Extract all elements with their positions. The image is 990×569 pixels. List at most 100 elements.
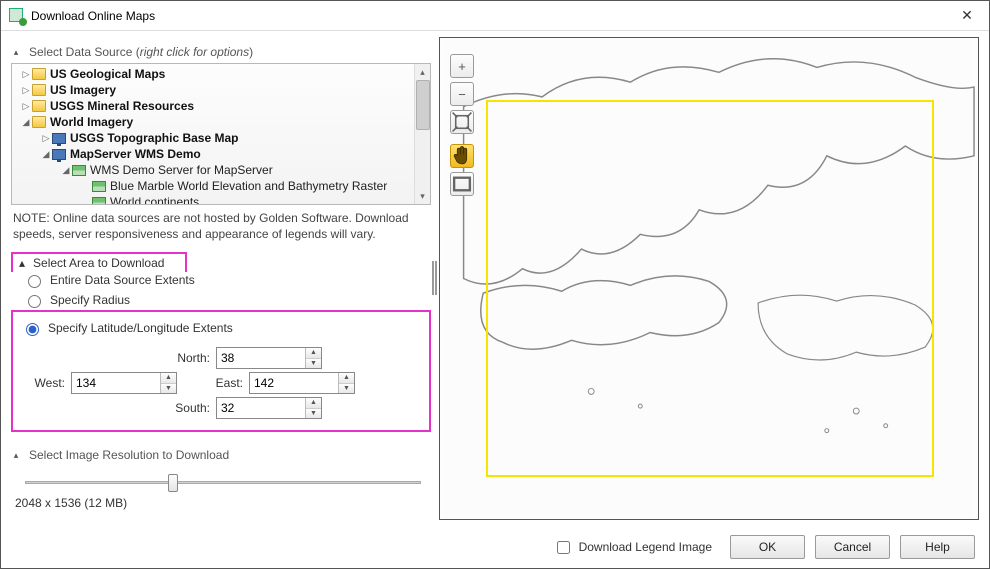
east-spinner[interactable]: ▲▼	[249, 372, 355, 394]
raster-icon	[72, 165, 86, 176]
tree-item[interactable]: ▷ US Imagery	[12, 82, 430, 98]
section-data-source[interactable]: ▴ Select Data Source (right click for op…	[11, 41, 431, 63]
radio-extents-input[interactable]	[26, 323, 39, 336]
scroll-thumb[interactable]	[416, 80, 430, 130]
app-icon	[9, 8, 25, 24]
tree-item-label: USGS Mineral Resources	[50, 98, 194, 114]
tree-item-label: World Imagery	[50, 114, 133, 130]
chevron-down-icon[interactable]: ◢	[40, 146, 52, 162]
north-label: North:	[170, 351, 210, 365]
window-title: Download Online Maps	[31, 9, 155, 23]
radio-extents-label: Specify Latitude/Longitude Extents	[48, 321, 233, 335]
download-legend-checkbox[interactable]	[557, 541, 570, 554]
raster-icon	[92, 197, 106, 206]
radio-entire-extents[interactable]: Entire Data Source Extents	[11, 270, 431, 290]
tree-item[interactable]: Blue Marble World Elevation and Bathymet…	[12, 178, 430, 194]
spin-up-icon[interactable]: ▲	[306, 398, 321, 409]
spin-down-icon[interactable]: ▼	[161, 384, 176, 394]
south-input[interactable]	[217, 398, 305, 418]
west-input[interactable]	[72, 373, 160, 393]
download-legend-label: Download Legend Image	[579, 540, 712, 554]
close-button[interactable]: ✕	[945, 1, 989, 31]
tree-scrollbar[interactable]: ▴ ▾	[414, 64, 430, 204]
download-legend-checkbox-row[interactable]: Download Legend Image	[553, 538, 712, 557]
radio-specify-radius[interactable]: Specify Radius	[11, 290, 431, 310]
tree-item-label: US Imagery	[50, 82, 116, 98]
folder-icon	[32, 68, 46, 80]
note-text: NOTE: Online data sources are not hosted…	[11, 205, 431, 252]
help-button[interactable]: Help	[900, 535, 975, 559]
scroll-down-icon[interactable]: ▾	[415, 188, 430, 204]
spin-down-icon[interactable]: ▼	[306, 359, 321, 369]
radio-entire-label: Entire Data Source Extents	[50, 273, 195, 287]
chevron-right-icon[interactable]: ▷	[20, 66, 32, 82]
south-label: South:	[170, 401, 210, 415]
tree-item[interactable]: ◢ World Imagery	[12, 114, 430, 130]
tree-item[interactable]: ◢ WMS Demo Server for MapServer	[12, 162, 430, 178]
chevron-up-icon: ▴	[11, 450, 21, 460]
tree-item[interactable]: ▷ USGS Mineral Resources	[12, 98, 430, 114]
hand-icon	[451, 145, 473, 167]
section-resolution[interactable]: ▴ Select Image Resolution to Download	[11, 444, 431, 466]
plus-icon: +	[458, 59, 466, 74]
slider-thumb[interactable]	[168, 474, 178, 492]
selection-rectangle[interactable]	[486, 100, 934, 477]
section-select-area[interactable]: ▴ Select Area to Download	[11, 252, 187, 272]
chevron-right-icon[interactable]: ▷	[40, 130, 52, 146]
dialog-footer: Download Legend Image OK Cancel Help	[1, 526, 989, 568]
resolution-value: 2048 x 1536 (12 MB)	[11, 496, 431, 510]
data-source-tree[interactable]: ▷ US Geological Maps ▷ US Imagery ▷ USGS Mine…	[11, 63, 431, 205]
folder-icon	[32, 100, 46, 112]
cancel-button[interactable]: Cancel	[815, 535, 890, 559]
pan-button[interactable]	[450, 144, 474, 168]
ok-button[interactable]: OK	[730, 535, 805, 559]
section-label-hint: right click for options	[140, 45, 249, 59]
west-label: West:	[29, 376, 65, 390]
zoom-extents-button[interactable]	[450, 110, 474, 134]
tree-item-label: WMS Demo Server for MapServer	[90, 162, 273, 178]
section-label-part2: )	[249, 45, 253, 59]
section-select-area-label: Select Area to Download	[33, 256, 164, 270]
section-resolution-label: Select Image Resolution to Download	[29, 448, 229, 462]
spin-down-icon[interactable]: ▼	[306, 409, 321, 419]
resolution-slider[interactable]	[25, 472, 421, 494]
zoom-in-button[interactable]: +	[450, 54, 474, 78]
tree-item[interactable]: ▷ US Geological Maps	[12, 66, 430, 82]
rectangle-select-button[interactable]	[450, 172, 474, 196]
spin-up-icon[interactable]: ▲	[339, 373, 354, 384]
south-spinner[interactable]: ▲▼	[216, 397, 322, 419]
radio-radius-input[interactable]	[28, 295, 41, 308]
map-preview[interactable]: + −	[439, 37, 979, 520]
extents-icon	[451, 111, 473, 133]
minus-icon: −	[458, 87, 466, 102]
chevron-right-icon[interactable]: ▷	[20, 82, 32, 98]
tree-item-label: USGS Topographic Base Map	[70, 130, 238, 146]
zoom-out-button[interactable]: −	[450, 82, 474, 106]
splitter-handle[interactable]	[432, 261, 438, 295]
tree-item[interactable]: ◢MapServer WMS Demo	[12, 146, 430, 162]
scroll-up-icon[interactable]: ▴	[415, 64, 430, 80]
spin-down-icon[interactable]: ▼	[339, 384, 354, 394]
west-spinner[interactable]: ▲▼	[71, 372, 177, 394]
spin-up-icon[interactable]: ▲	[161, 373, 176, 384]
spin-up-icon[interactable]: ▲	[306, 348, 321, 359]
folder-icon	[32, 116, 46, 128]
east-input[interactable]	[250, 373, 338, 393]
radio-specify-extents[interactable]: Specify Latitude/Longitude Extents	[19, 318, 423, 338]
north-input[interactable]	[217, 348, 305, 368]
slider-track	[25, 481, 421, 484]
monitor-icon	[52, 149, 66, 160]
chevron-right-icon[interactable]: ▷	[20, 98, 32, 114]
tree-item-label: World continents	[110, 194, 199, 205]
tree-item[interactable]: ▷ USGS Topographic Base Map	[12, 130, 430, 146]
folder-icon	[32, 84, 46, 96]
north-spinner[interactable]: ▲▼	[216, 347, 322, 369]
chevron-down-icon[interactable]: ◢	[20, 114, 32, 130]
rectangle-icon	[451, 173, 473, 195]
radio-entire-input[interactable]	[28, 275, 41, 288]
radio-radius-label: Specify Radius	[50, 293, 130, 307]
tree-item[interactable]: World continents	[12, 194, 430, 205]
tree-item-label: US Geological Maps	[50, 66, 165, 82]
chevron-down-icon[interactable]: ◢	[60, 162, 72, 178]
monitor-icon	[52, 133, 66, 144]
